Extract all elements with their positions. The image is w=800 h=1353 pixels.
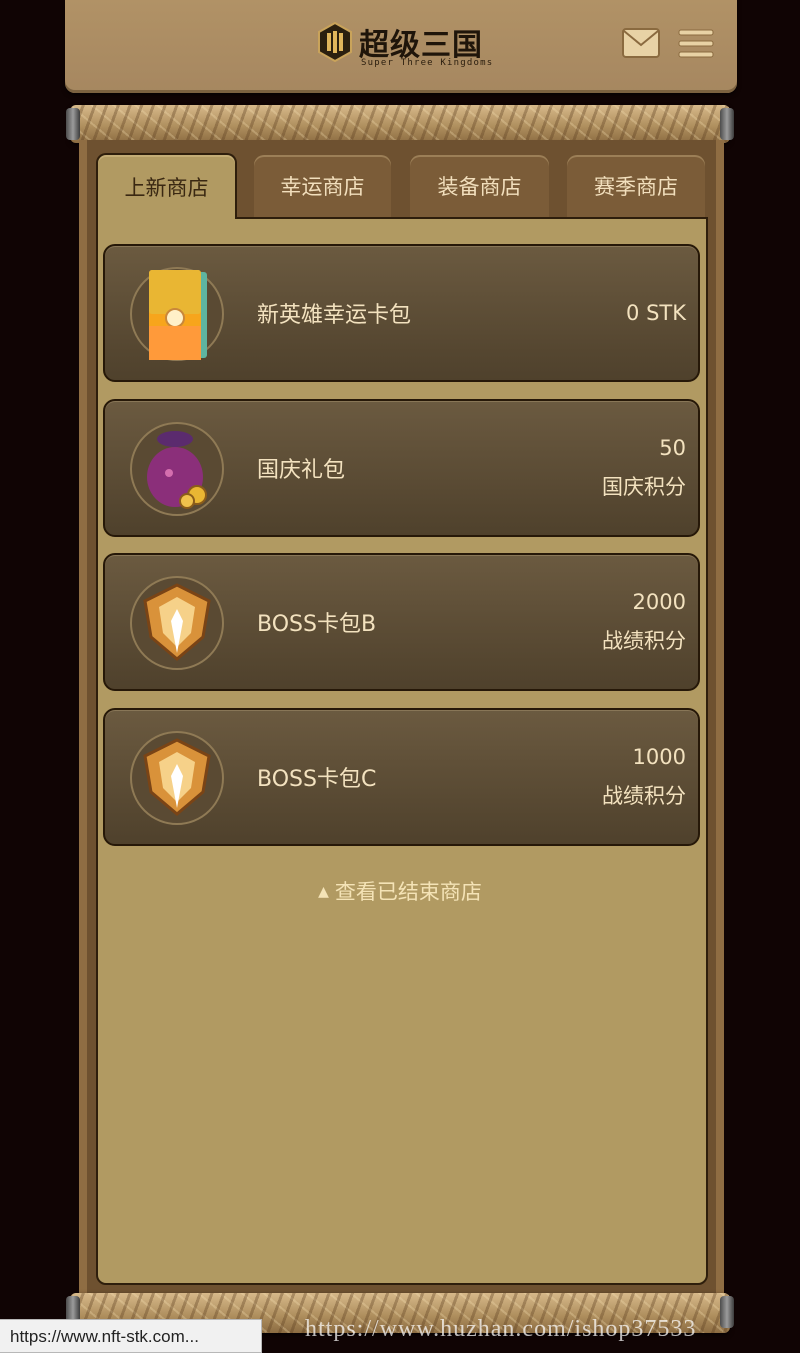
status-url: https://www.nft-stk.com... [0,1319,262,1353]
triangle-up-icon: ▲ [318,884,329,900]
golden-crest-icon [130,731,224,825]
purple-gift-bag-icon [130,422,224,516]
item-price-value: 2000 [632,590,686,614]
item-price: 0 STK [626,246,686,380]
orange-card-pack-icon [130,267,224,361]
menu-icon[interactable] [678,28,714,60]
item-price: 50 国庆积分 [602,401,686,535]
item-price: 2000 战绩积分 [602,555,686,689]
item-price: 1000 战绩积分 [602,710,686,844]
item-price-value: 50 [659,436,686,460]
shop-item[interactable]: BOSS卡包C 1000 战绩积分 [103,708,700,846]
top-header: 超级三国 Super Three Kingdoms [65,0,737,93]
tab-equipment-shop[interactable]: 装备商店 [410,155,549,217]
mail-icon[interactable] [621,26,661,60]
logo-subtitle: Super Three Kingdoms [361,58,494,68]
item-price-currency: 战绩积分 [602,784,686,808]
item-name: 新英雄幸运卡包 [257,303,412,328]
shop-item[interactable]: 国庆礼包 50 国庆积分 [103,399,700,537]
logo-emblem-icon [318,22,352,62]
item-price-currency: 战绩积分 [602,629,686,653]
tab-new-shop[interactable]: 上新商店 [96,153,237,219]
item-price-value: 0 STK [626,300,686,325]
watermark-text: https://www.huzhan.com/ishop37533 [305,1316,697,1342]
view-ended-shops-link[interactable]: ▲ 查看已结束商店 [0,876,800,906]
shop-item[interactable]: BOSS卡包B 2000 战绩积分 [103,553,700,691]
scroll-roller-top [66,105,734,143]
view-ended-shops-label: 查看已结束商店 [334,880,482,904]
item-price-currency: 国庆积分 [602,475,686,499]
shop-item[interactable]: 新英雄幸运卡包 0 STK [103,244,700,382]
item-name: BOSS卡包C [257,767,377,792]
item-name: 国庆礼包 [257,458,346,483]
logo[interactable]: 超级三国 Super Three Kingdoms [317,20,492,74]
golden-crest-icon [130,576,224,670]
item-price-value: 1000 [632,745,686,769]
item-name: BOSS卡包B [257,612,377,637]
tab-lucky-shop[interactable]: 幸运商店 [254,155,391,217]
tab-season-shop[interactable]: 赛季商店 [567,155,705,217]
